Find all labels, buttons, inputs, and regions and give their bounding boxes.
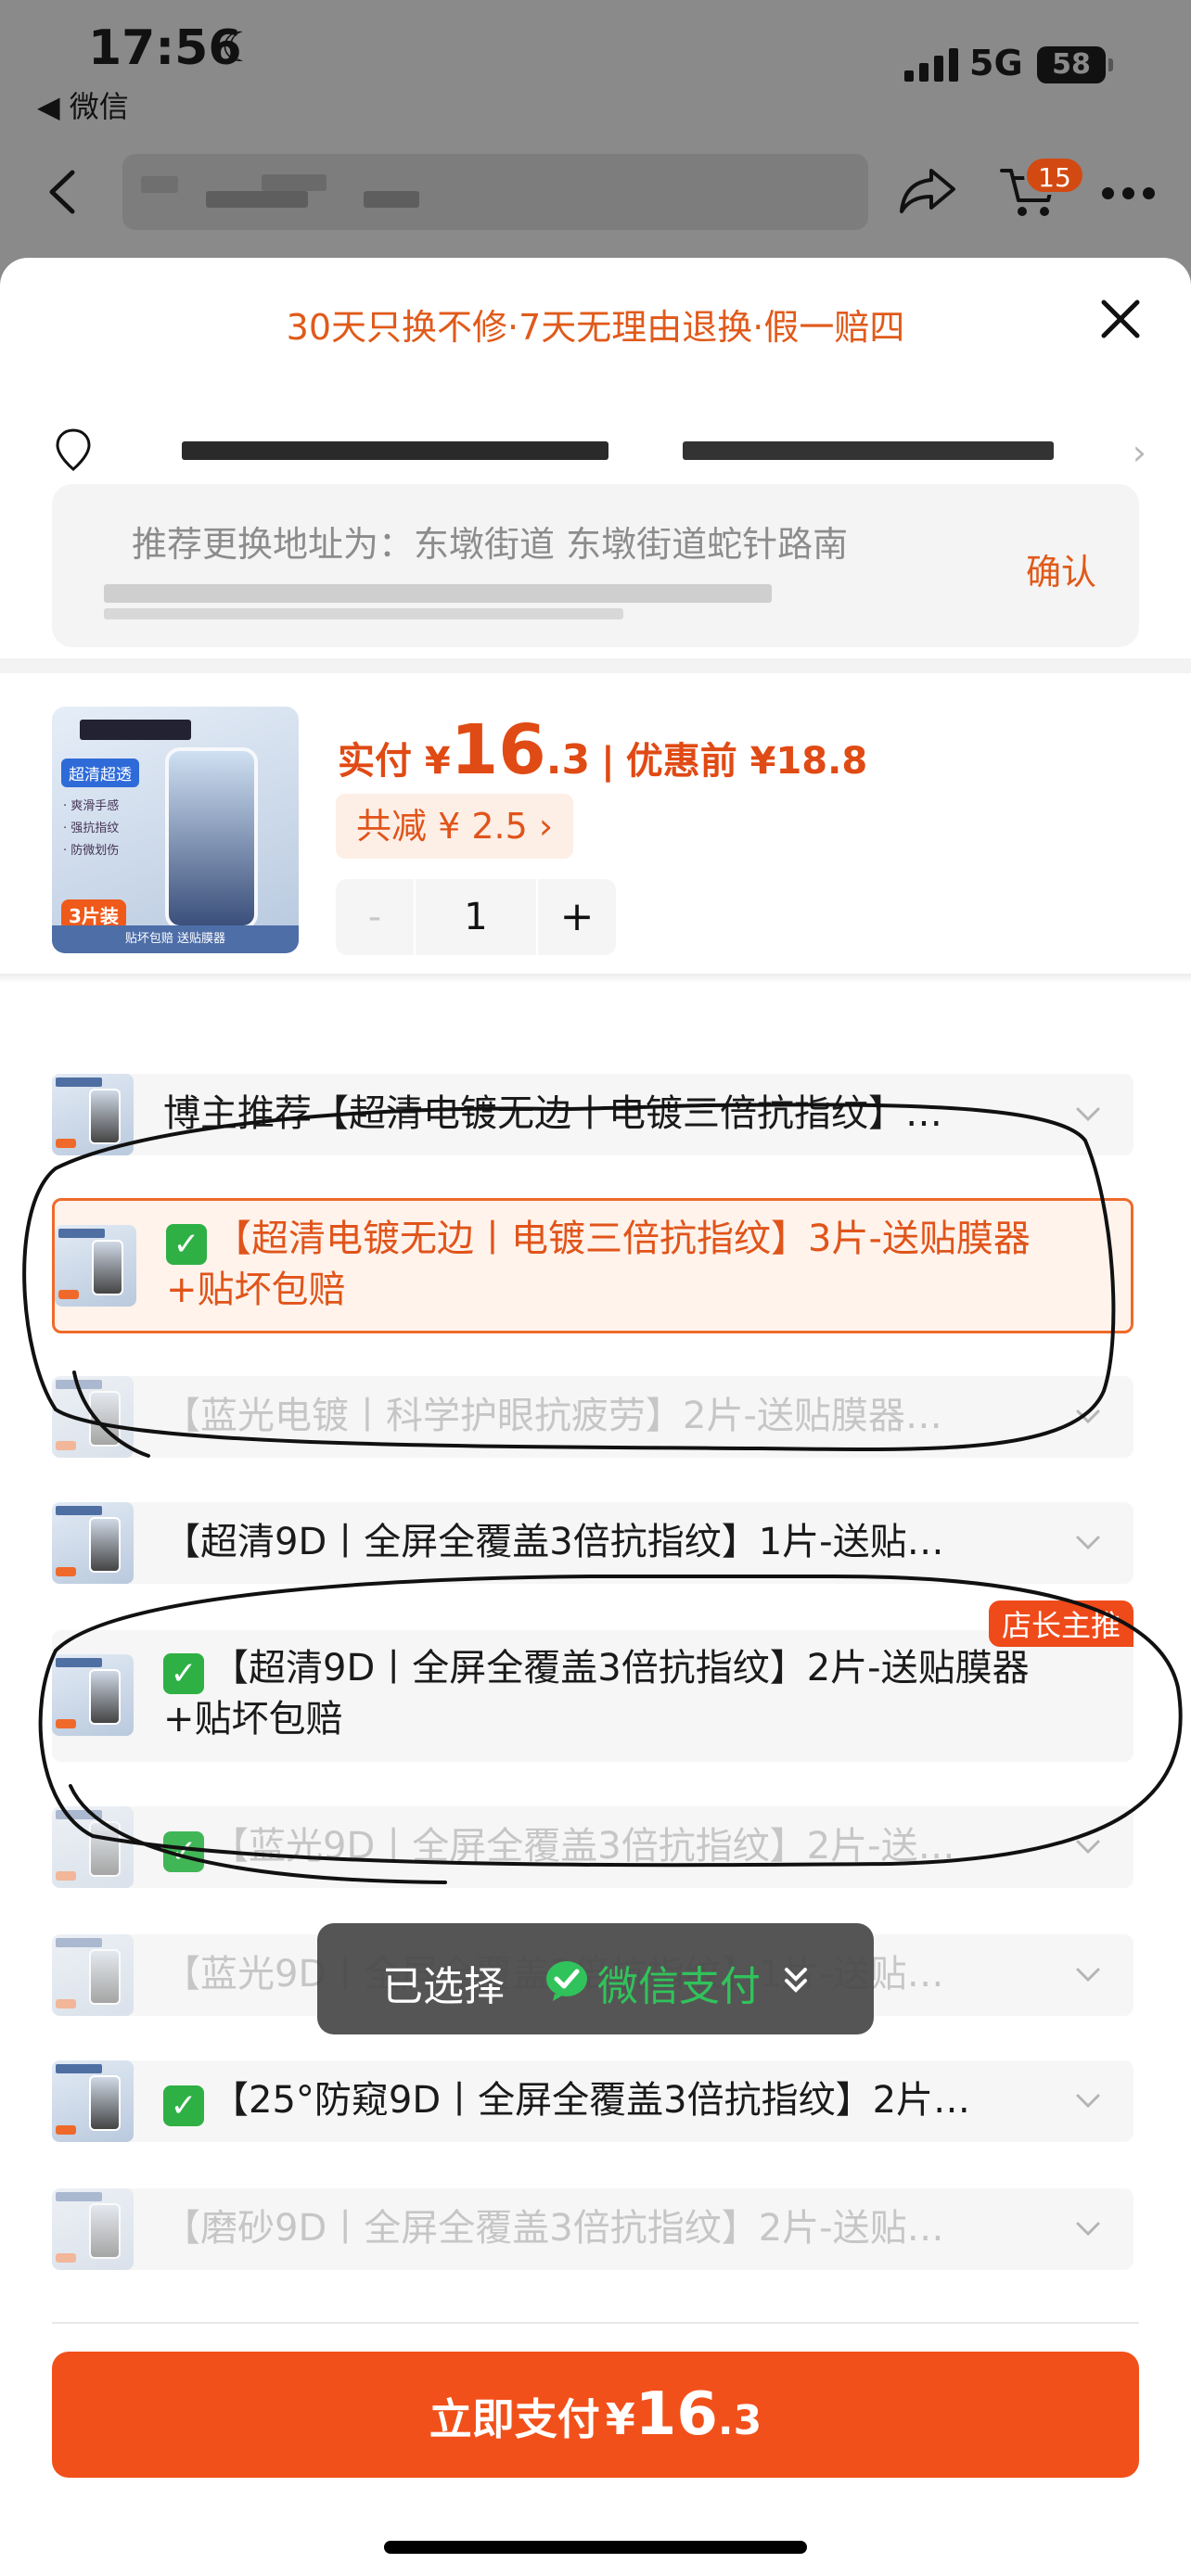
quantity-stepper: - 1 +	[336, 879, 616, 955]
sku-thumbnail	[52, 1654, 134, 1736]
sku-option: ✓ 【蓝光9D丨全屏全覆盖3倍抗指纹】2片-送…	[52, 1806, 1133, 1888]
sku-option-label: 【磨砂9D丨全屏全覆盖3倍抗指纹】2片-送贴…	[163, 2207, 944, 2250]
sku-option[interactable]: 博主推荐【超清电镀无边丨电镀三倍抗指纹】…	[52, 1074, 1133, 1155]
check-mark-icon: ✓	[163, 1831, 204, 1872]
pay-amount-dec: .3	[717, 2397, 762, 2444]
sku-thumbnail	[55, 1225, 136, 1307]
chevron-down-icon	[1076, 2094, 1100, 2109]
sku-option[interactable]: ✓ 【25°防窥9D丨全屏全覆盖3倍抗指纹】2片…	[52, 2060, 1133, 2142]
sku-option-label: ✓ 【25°防窥9D丨全屏全覆盖3倍抗指纹】2片…	[163, 2075, 1059, 2126]
sku-thumbnail	[52, 2060, 134, 2142]
address-redacted	[104, 584, 772, 603]
sku-thumbnail	[52, 2188, 134, 2270]
address-suggestion-text: 推荐更换地址为：东墩街道 东墩街道蛇针路南	[132, 524, 849, 565]
double-chevron-down-icon	[785, 1968, 807, 1993]
payment-method-toast[interactable]: 已选择 微信支付	[317, 1923, 874, 2034]
sku-option[interactable]: ✓ 【超清9D丨全屏全覆盖3倍抗指纹】2片-送贴膜器+贴坏包赔 店长主推	[52, 1600, 1133, 1762]
chevron-down-icon	[1076, 1840, 1100, 1855]
sku-option-label: 【超清9D丨全屏全覆盖3倍抗指纹】1片-送贴…	[163, 1521, 944, 1563]
product-image-features: · 爽滑手感 · 强抗指纹 · 防微划伤	[63, 799, 120, 858]
toast-payment-method: 微信支付	[597, 1963, 761, 2010]
status-time: 17:56	[88, 20, 242, 76]
chevron-down-icon	[1076, 1968, 1100, 1983]
price-before-discount: 优惠前 ¥18.8	[625, 740, 868, 783]
check-mark-icon: ✓	[163, 1653, 204, 1694]
back-to-app-link[interactable]: ◀ 微信	[37, 83, 129, 126]
chevron-right-icon: ›	[1132, 432, 1146, 473]
product-summary: 超清超透 · 爽滑手感 · 强抗指纹 · 防微划伤 3片装 贴坏包赔 送贴膜器 …	[0, 673, 1191, 970]
home-indicator	[384, 2541, 807, 2554]
guarantee-text: 30天只换不修·7天无理由退换·假一赔四	[286, 307, 905, 348]
sku-thumbnail	[52, 1806, 134, 1888]
sku-option-label: 【蓝光电镀丨科学护眼抗疲劳】2片-送贴膜器…	[163, 1395, 942, 1437]
pay-currency: ¥	[605, 2394, 635, 2444]
location-icon	[56, 428, 91, 471]
price-line: 实付 ¥16.3 | 优惠前 ¥18.8	[338, 710, 867, 790]
toast-selected-label: 已选择	[382, 1963, 505, 2010]
check-mark-icon: ✓	[163, 2085, 204, 2126]
address-redacted	[182, 441, 608, 460]
signal-icon	[904, 45, 958, 82]
sku-option: 【蓝光电镀丨科学护眼抗疲劳】2片-送贴膜器…	[52, 1376, 1133, 1458]
sku-option[interactable]: ✓ 【超清电镀无边丨电镀三倍抗指纹】3片-送贴膜器+贴坏包赔	[52, 1198, 1133, 1333]
wechat-pay-icon	[546, 1961, 587, 2001]
cart-count-badge: 15	[1024, 156, 1085, 195]
discount-detail-button[interactable]: 共减 ¥ 2.5 ›	[336, 794, 574, 859]
network-label: 5G	[969, 43, 1023, 83]
address-redacted	[104, 608, 623, 619]
section-divider	[0, 658, 1191, 673]
product-image[interactable]: 超清超透 · 爽滑手感 · 强抗指纹 · 防微划伤 3片装 贴坏包赔 送贴膜器	[52, 707, 299, 953]
address-redacted	[683, 441, 1054, 460]
sku-option[interactable]: 【超清9D丨全屏全覆盖3倍抗指纹】1片-送贴…	[52, 1502, 1133, 1584]
moon-icon: ☾	[221, 24, 258, 71]
share-icon[interactable]	[898, 165, 957, 217]
search-bar[interactable]	[122, 154, 868, 230]
back-arrow-icon[interactable]	[45, 169, 82, 215]
close-icon[interactable]	[1095, 293, 1146, 345]
chevron-down-icon	[1076, 1409, 1100, 1424]
chevron-down-icon	[1076, 2222, 1100, 2237]
paid-price-dec: .3	[545, 736, 591, 784]
paid-price-int: 16	[450, 710, 546, 790]
bottom-divider	[52, 2322, 1139, 2324]
sku-option: 【磨砂9D丨全屏全覆盖3倍抗指纹】2片-送贴…	[52, 2188, 1133, 2270]
sku-option-label: 博主推荐【超清电镀无边丨电镀三倍抗指纹】…	[163, 1092, 942, 1135]
sku-thumbnail	[52, 1502, 134, 1584]
more-icon[interactable]	[1102, 187, 1158, 202]
chevron-down-icon	[1076, 1536, 1100, 1550]
sku-thumbnail	[52, 1074, 134, 1155]
increase-quantity-button[interactable]: +	[538, 879, 616, 955]
confirm-address-button[interactable]: 确认	[1026, 543, 1096, 594]
product-image-footer: 贴坏包赔 送贴膜器	[52, 925, 299, 953]
pay-now-button[interactable]: 立即支付 ¥16.3	[52, 2352, 1139, 2478]
quantity-value[interactable]: 1	[414, 879, 538, 955]
price-separator: |	[601, 740, 615, 783]
section-divider	[0, 974, 1191, 983]
phone-illustration	[165, 747, 258, 929]
status-bar: 17:56 ☾ ◀ 微信 5G 58	[0, 0, 1191, 139]
battery-icon: 58	[1037, 46, 1113, 83]
pay-now-label: 立即支付	[429, 2394, 600, 2444]
chevron-down-icon	[1076, 1107, 1100, 1122]
address-row[interactable]: ›	[52, 414, 1146, 488]
sku-thumbnail	[52, 1934, 134, 2016]
decrease-quantity-button[interactable]: -	[336, 879, 414, 955]
shop-recommend-badge: 店长主推	[988, 1600, 1133, 1647]
sku-option-label: ✓ 【蓝光9D丨全屏全覆盖3倍抗指纹】2片-送…	[163, 1821, 1059, 1872]
address-suggestion-box: 推荐更换地址为：东墩街道 东墩街道蛇针路南 确认	[52, 484, 1139, 647]
paid-label: 实付 ¥	[338, 740, 451, 783]
check-mark-icon: ✓	[166, 1224, 207, 1265]
pay-amount-int: 16	[634, 2380, 718, 2449]
product-image-tag: 超清超透	[61, 759, 139, 787]
sku-thumbnail	[52, 1376, 134, 1458]
sku-option-label: ✓ 【超清9D丨全屏全覆盖3倍抗指纹】2片-送贴膜器+贴坏包赔	[163, 1647, 1030, 1741]
sku-option-label: ✓ 【超清电镀无边丨电镀三倍抗指纹】3片-送贴膜器+贴坏包赔	[166, 1218, 1031, 1311]
